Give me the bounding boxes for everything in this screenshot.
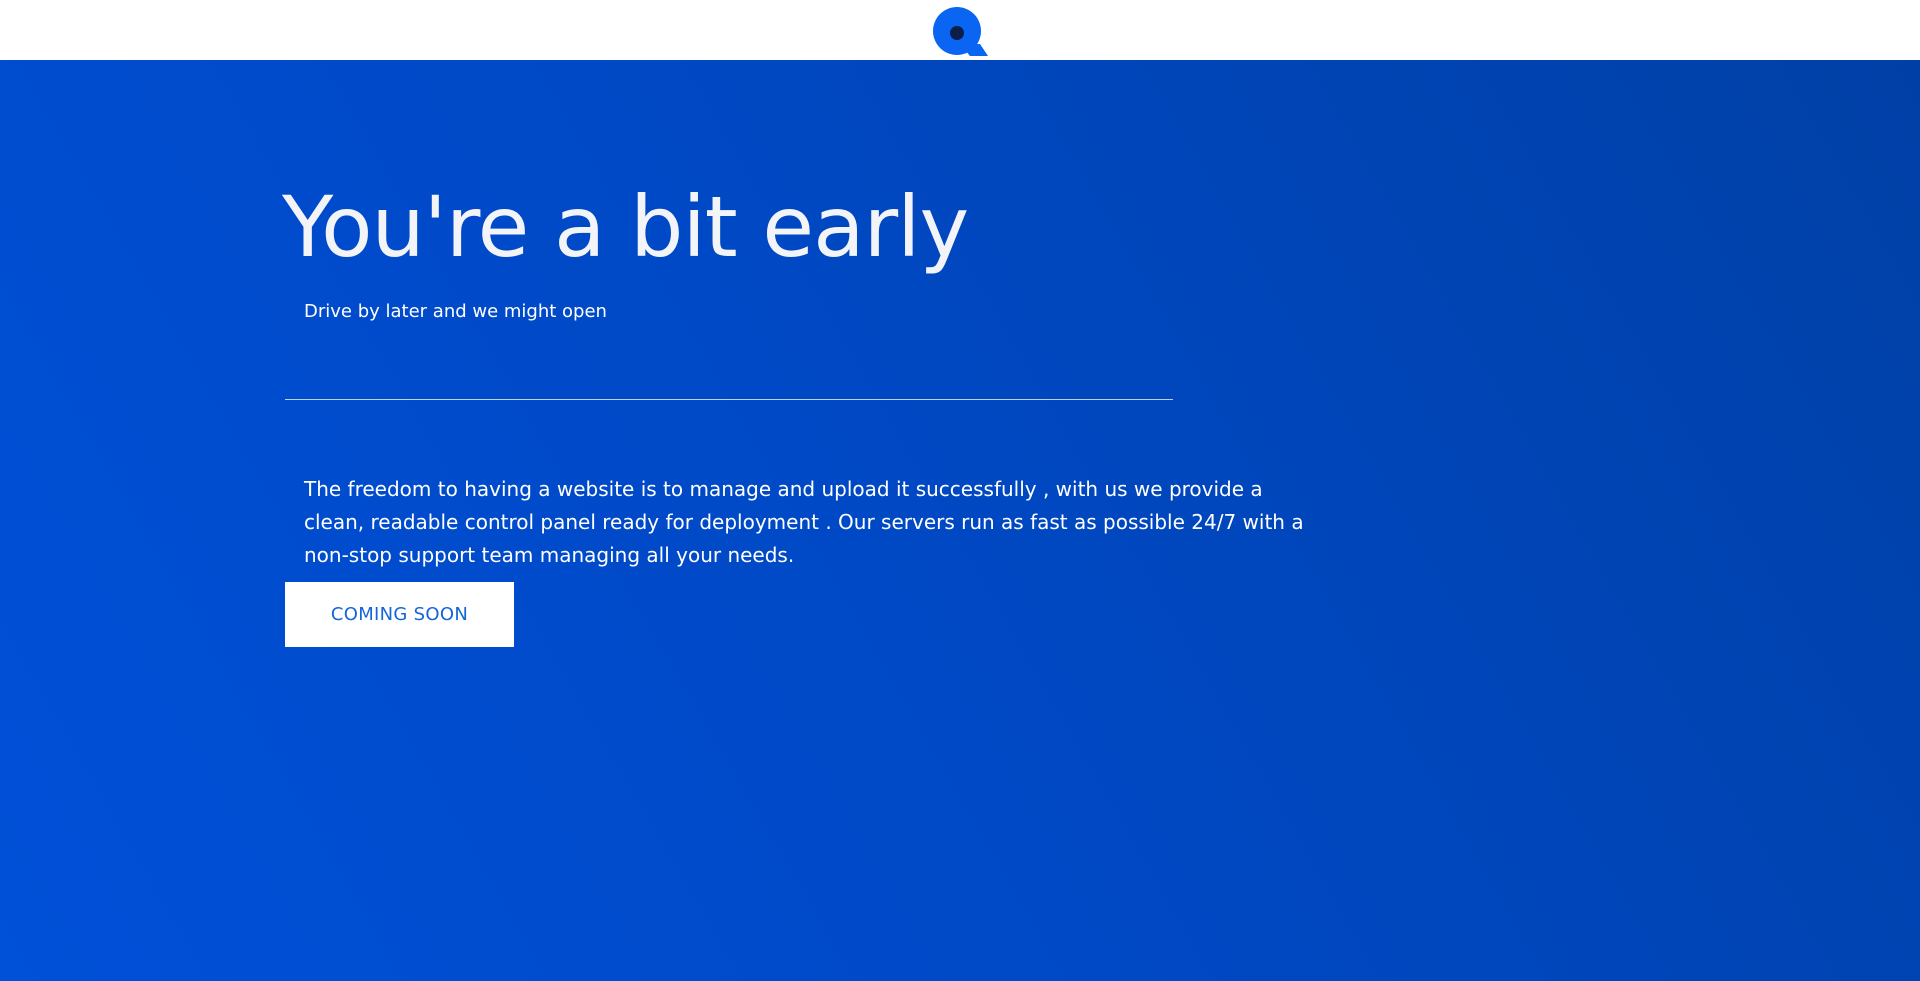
q-logo-icon[interactable]	[930, 4, 990, 58]
top-header-bar	[0, 0, 1920, 60]
page-title: You're a bit early	[282, 178, 969, 276]
description-text: The freedom to having a website is to ma…	[304, 477, 1304, 567]
page-subtitle: Drive by later and we might open	[304, 301, 607, 322]
hero-section: You're a bit early Drive by later and we…	[0, 60, 1920, 981]
section-divider	[285, 399, 1173, 400]
coming-soon-button[interactable]: COMING SOON	[285, 582, 514, 647]
